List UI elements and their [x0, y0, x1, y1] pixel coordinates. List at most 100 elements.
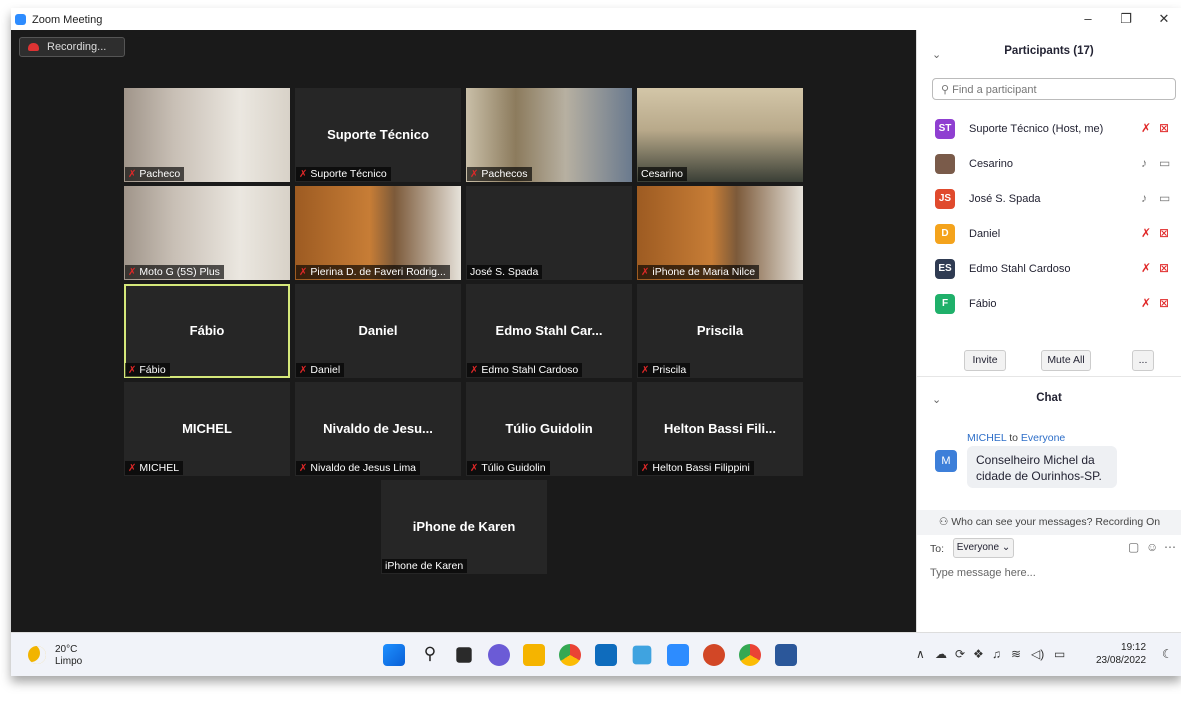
video-tile[interactable]: Helton Bassi Fili... ✗ Helton Bassi Filipp…	[637, 382, 803, 476]
teams-chat-icon[interactable]	[488, 644, 510, 666]
muted-mic-icon: ✗	[128, 463, 137, 474]
participants-list[interactable]: ST Suporte Técnico (Host, me) ✗ ⊠ Cesarino ♪ ▭…	[917, 110, 1181, 328]
video-tile[interactable]: MICHEL ✗ MICHEL	[124, 382, 290, 476]
chat-message-header: MICHEL to Everyone	[967, 432, 1065, 444]
tile-center-name: iPhone de Karen	[412, 519, 516, 534]
taskbar: 20°C Limpo ⚲ ∧ ☁ ⟳ ❖ ♫ ≋ ◁) ▭ 19:12 23/08/…	[11, 632, 1181, 676]
chat-title: Chat	[1036, 392, 1062, 404]
tile-name: Cesarino	[641, 168, 684, 180]
video-tile[interactable]: Cesarino	[637, 88, 803, 182]
tile-name-label: ✗ Pacheco	[125, 167, 185, 181]
chat-recipient: Everyone	[1020, 432, 1066, 444]
clock[interactable]: 19:12 23/08/2022	[1096, 641, 1146, 667]
participant-row[interactable]: ES Edmo Stahl Cardoso ✗ ⊠	[917, 250, 1181, 285]
search-taskbar-icon[interactable]: ⚲	[419, 644, 441, 666]
chrome-icon[interactable]	[559, 644, 581, 666]
time: 19:12	[1121, 642, 1147, 653]
chat-message-bubble: Conselheiro Michel da cidade de Ourinhos…	[967, 446, 1117, 488]
video-tile[interactable]: Edmo Stahl Car... ✗ Edmo Stahl Cardoso	[466, 284, 632, 378]
tile-name: Suporte Técnico	[310, 168, 387, 180]
participant-search-input[interactable]: ⚲ Find a participant	[932, 78, 1176, 100]
zoom-logo-icon	[15, 14, 26, 25]
participant-avatar	[935, 154, 955, 174]
tile-name: Moto G (5S) Plus	[139, 266, 220, 278]
minimize-button[interactable]: –	[1073, 11, 1103, 26]
wifi-icon[interactable]: ≋	[1011, 647, 1021, 661]
tile-name: Edmo Stahl Cardoso	[481, 364, 579, 376]
video-tile[interactable]: iPhone de Karen iPhone de Karen	[381, 480, 547, 574]
who-can-see-link[interactable]: ⚇ Who can see your messages? Recording O…	[917, 510, 1181, 535]
participant-row[interactable]: Cesarino ♪ ▭	[917, 145, 1181, 180]
tile-name: Helton Bassi Filippini	[652, 462, 750, 474]
participant-avatar: ST	[935, 119, 955, 139]
video-tile[interactable]: Fábio ✗ Fábio	[124, 284, 290, 378]
participant-avatar: JS	[935, 189, 955, 209]
tray-chevron-icon[interactable]: ∧	[916, 647, 925, 661]
video-off-icon: ⊠	[1159, 261, 1170, 275]
microphone-icon[interactable]: ♫	[992, 647, 1001, 661]
recipient-dropdown[interactable]: Everyone ⌄	[953, 538, 1014, 558]
powerpoint-icon[interactable]	[703, 644, 725, 666]
participant-row[interactable]: F Fábio ✗ ⊠	[917, 285, 1181, 320]
word-icon[interactable]	[775, 644, 797, 666]
snipping-tool-icon[interactable]	[632, 645, 652, 665]
zoom-taskbar-icon[interactable]	[667, 644, 689, 666]
tile-name: Nivaldo de Jesus Lima	[310, 462, 417, 474]
video-tile[interactable]: ✗ Moto G (5S) Plus	[124, 186, 290, 280]
divider	[917, 376, 1181, 377]
tile-name-label: iPhone de Karen	[382, 559, 468, 573]
volume-icon[interactable]: ◁)	[1031, 647, 1044, 661]
file-explorer-icon[interactable]	[523, 644, 545, 666]
video-tile[interactable]: Suporte Técnico ✗ Suporte Técnico	[295, 88, 461, 182]
participant-row[interactable]: JS José S. Spada ♪ ▭	[917, 180, 1181, 215]
tile-name-label: ✗ Túlio Guidolin	[467, 461, 550, 475]
participant-name: José S. Spada	[969, 193, 1041, 205]
video-tile[interactable]: Daniel ✗ Daniel	[295, 284, 461, 378]
sync-icon[interactable]: ⟳	[955, 647, 965, 661]
video-tile[interactable]: ✗ Pacheco	[124, 88, 290, 182]
chrome-profile-icon[interactable]	[739, 644, 761, 666]
close-button[interactable]: ✕	[1149, 11, 1179, 27]
video-icon: ▭	[1159, 191, 1171, 205]
mute-all-button[interactable]: Mute All	[1041, 350, 1091, 371]
chat-sender[interactable]: MICHEL	[967, 432, 1006, 444]
start-icon[interactable]	[383, 644, 405, 666]
more-icon[interactable]: ⋯	[1164, 540, 1176, 554]
file-icon[interactable]: ▢	[1128, 540, 1139, 554]
participant-row[interactable]: ST Suporte Técnico (Host, me) ✗ ⊠	[917, 110, 1181, 145]
tile-name-label: ✗ Priscila	[638, 363, 691, 377]
tile-name: iPhone de Karen	[385, 560, 464, 572]
tile-center-name: Fábio	[189, 323, 225, 338]
tile-name: Pachecos	[481, 168, 528, 180]
notifications-icon[interactable]: ☾	[1162, 647, 1173, 661]
recording-indicator[interactable]: Recording...	[19, 37, 125, 57]
more-options-button[interactable]: ...	[1132, 350, 1154, 371]
who-can-see-text: Who can see your messages? Recording On	[951, 516, 1161, 528]
chat-input[interactable]: Type message here...	[930, 567, 1036, 579]
video-tile[interactable]: ✗ iPhone de Maria Nilce	[637, 186, 803, 280]
video-tile[interactable]: José S. Spada	[466, 186, 632, 280]
tile-name-label: ✗ Edmo Stahl Cardoso	[467, 363, 583, 377]
video-tile[interactable]: Priscila ✗ Priscila	[637, 284, 803, 378]
moon-icon	[28, 646, 46, 664]
battery-icon[interactable]: ▭	[1054, 647, 1065, 661]
zoom-window: Zoom Meeting – ❐ ✕ Recording... ✗ Pacheco…	[11, 8, 1181, 676]
task-view-icon[interactable]	[456, 647, 472, 663]
muted-mic-icon: ✗	[128, 267, 137, 278]
restore-button[interactable]: ❐	[1111, 11, 1141, 27]
people-icon: ⚇	[938, 516, 952, 528]
outlook-icon[interactable]	[595, 644, 617, 666]
video-tile[interactable]: ✗ Pachecos	[466, 88, 632, 182]
video-tile[interactable]: Nivaldo de Jesu... ✗ Nivaldo de Jesus Lima	[295, 382, 461, 476]
video-tile[interactable]: ✗ Pierina D. de Faveri Rodrig...	[295, 186, 461, 280]
participant-row[interactable]: D Daniel ✗ ⊠	[917, 215, 1181, 250]
video-tile[interactable]: Túlio Guidolin ✗ Túlio Guidolin	[466, 382, 632, 476]
emoji-icon[interactable]: ☺	[1146, 540, 1158, 554]
dropbox-icon[interactable]: ❖	[973, 647, 984, 661]
onedrive-icon[interactable]: ☁	[935, 647, 947, 661]
participant-name: Fábio	[969, 298, 997, 310]
muted-mic-icon: ✗	[299, 169, 308, 180]
video-icon: ▭	[1159, 156, 1171, 170]
invite-button[interactable]: Invite	[964, 350, 1006, 371]
tile-center-name: Túlio Guidolin	[505, 421, 593, 436]
